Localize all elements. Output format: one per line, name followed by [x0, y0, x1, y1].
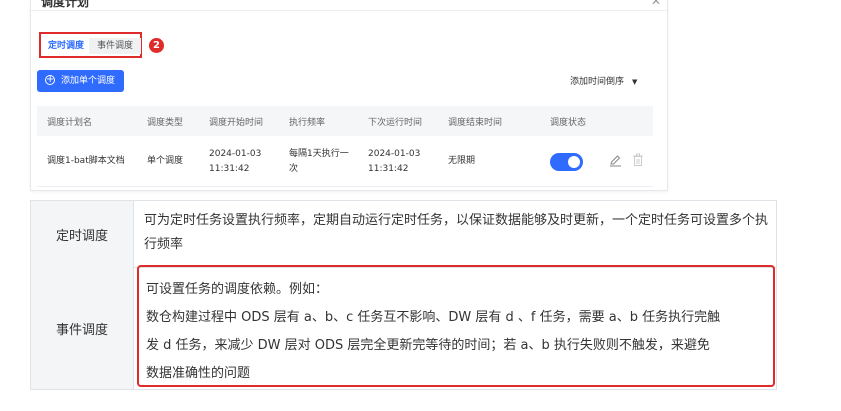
column-header: 调度结束时间 [448, 118, 503, 128]
event-description-line: 数据准确性的问题 [146, 366, 251, 381]
table-header: 调度计划名 调度类型 调度开始时间 执行频率 下次运行时间 调度结束时间 调度状… [37, 106, 653, 136]
timed-schedule-description: 可为定时任务设置执行频率，定期自动运行定时任务，以保证数据能够及时更新，一个定时… [144, 213, 769, 252]
toggle-knob [568, 156, 580, 168]
cell-next-date: 2024-01-03 [368, 149, 421, 159]
annotation-badge: 2 [149, 38, 164, 53]
event-description-line: 可设置任务的调度依赖。例如： [146, 282, 329, 297]
sort-dropdown[interactable]: 添加时间倒序 ▼ [570, 74, 637, 87]
column-header: 调度开始时间 [209, 118, 264, 128]
column-header: 执行频率 [289, 118, 326, 128]
table-row[interactable]: 调度1-bat脚本文档 单个调度 2024-01-03 11:31:42 每隔1… [37, 136, 653, 187]
column-header: 调度状态 [550, 118, 587, 128]
column-header: 调度计划名 [47, 118, 93, 128]
cell-frequency: 每隔1天执行一 [289, 149, 349, 159]
panel-title: 调度计划 [41, 0, 90, 9]
label-event-schedule: 事件调度 [31, 267, 134, 389]
caret-down-icon: ▼ [632, 78, 638, 86]
add-single-schedule-button[interactable]: 添加单个调度 [37, 70, 124, 92]
sort-label: 添加时间倒序 [570, 77, 625, 87]
cell-start-date: 2024-01-03 [209, 149, 262, 159]
event-description-line: 发 d 任务，来减少 DW 层对 ODS 层完全更新完等待的时间；若 a、b 执… [146, 338, 710, 353]
tab-event-schedule[interactable]: 事件调度 [89, 38, 141, 54]
tab-timed-schedule[interactable]: 定时调度 [44, 38, 88, 54]
close-icon[interactable]: ✕ [651, 0, 661, 8]
cell-end: 无限期 [448, 156, 476, 166]
cell-type: 单个调度 [147, 156, 184, 166]
panel-header: 调度计划 ✕ [31, 0, 667, 11]
cell-name: 调度1-bat脚本文档 [47, 156, 125, 166]
tab-group-highlight: 定时调度 事件调度 [39, 32, 142, 58]
edit-icon[interactable] [609, 154, 622, 167]
column-header: 调度类型 [147, 118, 184, 128]
label-timed-schedule: 定时调度 [31, 201, 134, 268]
status-toggle[interactable] [550, 153, 583, 171]
cell-frequency-cont: 次 [289, 164, 299, 174]
timed-schedule-description-cell: 可为定时任务设置执行频率，定期自动运行定时任务，以保证数据能够及时更新，一个定时… [134, 201, 776, 268]
column-header: 下次运行时间 [368, 118, 423, 128]
add-button-label: 添加单个调度 [61, 76, 116, 86]
plus-circle-icon [45, 75, 55, 85]
event-description-line: 数仓构建过程中 ODS 层有 a、b、c 任务互不影响、DW 层有 d 、f 任… [146, 310, 721, 325]
cell-start-time: 11:31:42 [209, 164, 250, 174]
delete-icon[interactable] [632, 153, 644, 167]
cell-next-time: 11:31:42 [368, 164, 409, 174]
